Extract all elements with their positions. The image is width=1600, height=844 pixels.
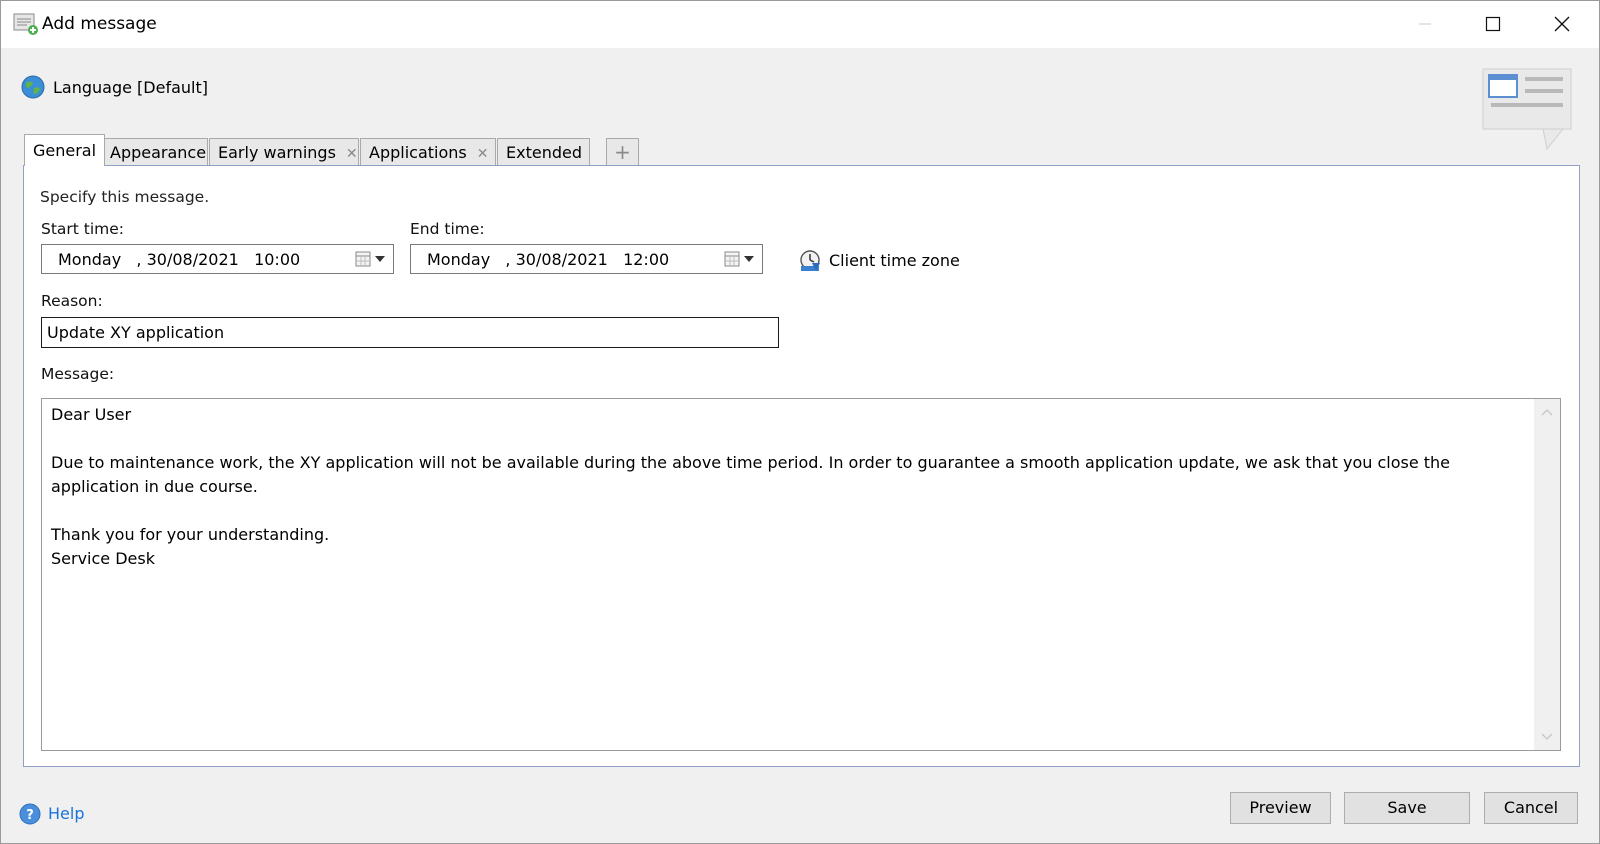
general-panel: Specify this message. Start time: Monday… bbox=[23, 165, 1580, 767]
svg-text:?: ? bbox=[26, 808, 34, 823]
tab-label: Extended bbox=[506, 143, 582, 162]
calendar-dropdown-icon[interactable] bbox=[355, 250, 387, 268]
start-time-label: Start time: bbox=[41, 220, 125, 238]
close-button[interactable] bbox=[1528, 1, 1596, 47]
panel-hint: Specify this message. bbox=[40, 188, 210, 206]
end-time-value: Monday , 30/08/2021 12:00 bbox=[427, 250, 670, 269]
scroll-up-button[interactable] bbox=[1534, 399, 1560, 425]
save-button[interactable]: Save bbox=[1344, 792, 1470, 824]
message-scrollbar[interactable] bbox=[1534, 399, 1560, 750]
title-bar[interactable]: Add message bbox=[1, 1, 1599, 48]
maximize-icon bbox=[1485, 16, 1501, 32]
add-message-window: Add message Language [Default] General A… bbox=[0, 0, 1600, 844]
tab-extended[interactable]: Extended bbox=[497, 138, 590, 166]
add-tab-button[interactable]: + bbox=[606, 138, 639, 166]
tab-applications[interactable]: Applications ✕ bbox=[360, 138, 496, 166]
window-title: Add message bbox=[42, 14, 157, 34]
tab-label: General bbox=[33, 141, 97, 160]
cancel-button[interactable]: Cancel bbox=[1484, 792, 1578, 824]
tab-appearance[interactable]: Appearance bbox=[101, 138, 208, 166]
reason-label: Reason: bbox=[41, 292, 103, 310]
message-window-icon bbox=[1482, 68, 1572, 151]
message-label: Message: bbox=[41, 365, 115, 383]
close-icon bbox=[1554, 16, 1570, 32]
tab-early-warnings[interactable]: Early warnings ✕ bbox=[209, 138, 359, 166]
tab-close-icon[interactable]: ✕ bbox=[477, 146, 489, 162]
scroll-down-button[interactable] bbox=[1534, 724, 1560, 750]
client-time-zone-icon bbox=[800, 250, 820, 271]
message-text: Dear User Due to maintenance work, the X… bbox=[51, 405, 1451, 568]
tab-close-icon[interactable]: ✕ bbox=[346, 146, 358, 162]
client-time-zone-button[interactable]: Client time zone bbox=[829, 251, 960, 270]
help-link[interactable]: Help bbox=[48, 804, 84, 823]
maximize-button[interactable] bbox=[1459, 1, 1527, 47]
tab-label: Early warnings bbox=[218, 143, 336, 162]
reason-input[interactable] bbox=[41, 317, 779, 348]
help-icon[interactable]: ? bbox=[19, 803, 41, 825]
calendar-dropdown-icon[interactable] bbox=[724, 250, 756, 268]
minimize-button[interactable] bbox=[1391, 1, 1459, 47]
message-textarea[interactable]: Dear User Due to maintenance work, the X… bbox=[41, 398, 1561, 751]
tab-general[interactable]: General bbox=[24, 134, 106, 166]
end-time-label: End time: bbox=[410, 220, 485, 238]
minimize-icon bbox=[1419, 23, 1431, 25]
tab-label: Appearance bbox=[110, 143, 207, 162]
chevron-up-icon bbox=[1541, 409, 1553, 416]
end-time-picker[interactable]: Monday , 30/08/2021 12:00 bbox=[410, 244, 763, 274]
chevron-down-icon bbox=[1541, 733, 1553, 740]
language-selector[interactable]: Language [Default] bbox=[53, 78, 208, 97]
tab-label: Applications bbox=[369, 143, 467, 162]
message-add-icon bbox=[13, 13, 38, 35]
globe-icon bbox=[21, 75, 45, 99]
start-time-value: Monday , 30/08/2021 10:00 bbox=[58, 250, 301, 269]
preview-button[interactable]: Preview bbox=[1230, 792, 1331, 824]
start-time-picker[interactable]: Monday , 30/08/2021 10:00 bbox=[41, 244, 394, 274]
